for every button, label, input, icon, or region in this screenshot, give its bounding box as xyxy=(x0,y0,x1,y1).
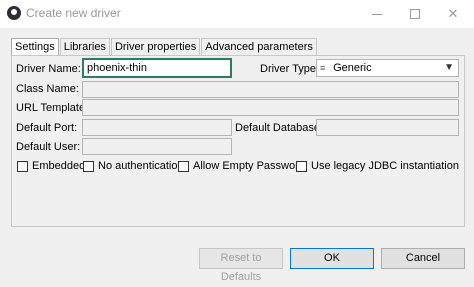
default-user-label: Default User: xyxy=(16,141,81,153)
minimize-button[interactable] xyxy=(360,0,394,28)
url-template-input[interactable] xyxy=(82,99,459,116)
driver-type-value: Generic xyxy=(333,62,372,74)
checkbox-box[interactable] xyxy=(296,160,307,172)
tab-libraries[interactable]: Libraries xyxy=(59,38,110,55)
title-bar: Create new driver ✕ xyxy=(0,0,474,28)
maximize-icon xyxy=(410,9,420,19)
window-title: Create new driver xyxy=(26,6,121,20)
no-authentication-checkbox[interactable]: No authentication xyxy=(83,160,184,172)
generic-driver-icon: ≡ xyxy=(320,63,326,73)
use-legacy-jdbc-checkbox[interactable]: Use legacy JDBC instantiation xyxy=(296,160,459,172)
tab-settings[interactable]: Settings xyxy=(11,38,59,56)
embedded-checkbox[interactable]: Embedded xyxy=(17,160,85,172)
url-template-label: URL Template: xyxy=(16,102,89,114)
settings-panel: Driver Name: phoenix-thin Driver Type: ≡… xyxy=(11,55,465,227)
cancel-button[interactable]: Cancel xyxy=(381,248,465,269)
class-name-input[interactable] xyxy=(82,81,459,98)
chevron-down-icon: ▼ xyxy=(444,62,454,73)
driver-name-input[interactable]: phoenix-thin xyxy=(82,58,232,78)
default-user-input[interactable] xyxy=(82,138,232,155)
tab-advanced-parameters[interactable]: Advanced parameters xyxy=(201,38,317,55)
maximize-button[interactable] xyxy=(398,0,432,28)
default-database-input[interactable] xyxy=(316,119,459,136)
allow-empty-password-label: Allow Empty Password xyxy=(193,160,305,172)
tab-driver-properties[interactable]: Driver properties xyxy=(110,38,201,55)
tab-bar: Settings Libraries Driver properties Adv… xyxy=(11,38,318,56)
driver-type-label: Driver Type: xyxy=(260,63,320,75)
checkbox-box[interactable] xyxy=(178,160,189,172)
close-icon: ✕ xyxy=(447,6,459,21)
default-port-input[interactable] xyxy=(82,119,232,136)
driver-type-select[interactable]: ≡ Generic ▼ xyxy=(316,59,459,77)
use-legacy-jdbc-label: Use legacy JDBC instantiation xyxy=(311,160,459,172)
checkbox-box[interactable] xyxy=(83,160,94,172)
app-logo-icon xyxy=(7,6,21,20)
ok-button[interactable]: OK xyxy=(290,248,374,269)
no-authentication-label: No authentication xyxy=(98,160,184,172)
driver-name-label: Driver Name: xyxy=(16,63,81,75)
embedded-label: Embedded xyxy=(32,160,86,172)
checkbox-box[interactable] xyxy=(17,160,28,172)
minimize-icon xyxy=(372,13,382,15)
class-name-label: Class Name: xyxy=(16,83,79,95)
allow-empty-password-checkbox[interactable]: Allow Empty Password xyxy=(178,160,305,172)
reset-to-defaults-button[interactable]: Reset to Defaults xyxy=(199,248,283,283)
default-port-label: Default Port: xyxy=(16,122,78,134)
default-database-label: Default Database: xyxy=(235,122,324,134)
close-button[interactable]: ✕ xyxy=(436,0,470,28)
